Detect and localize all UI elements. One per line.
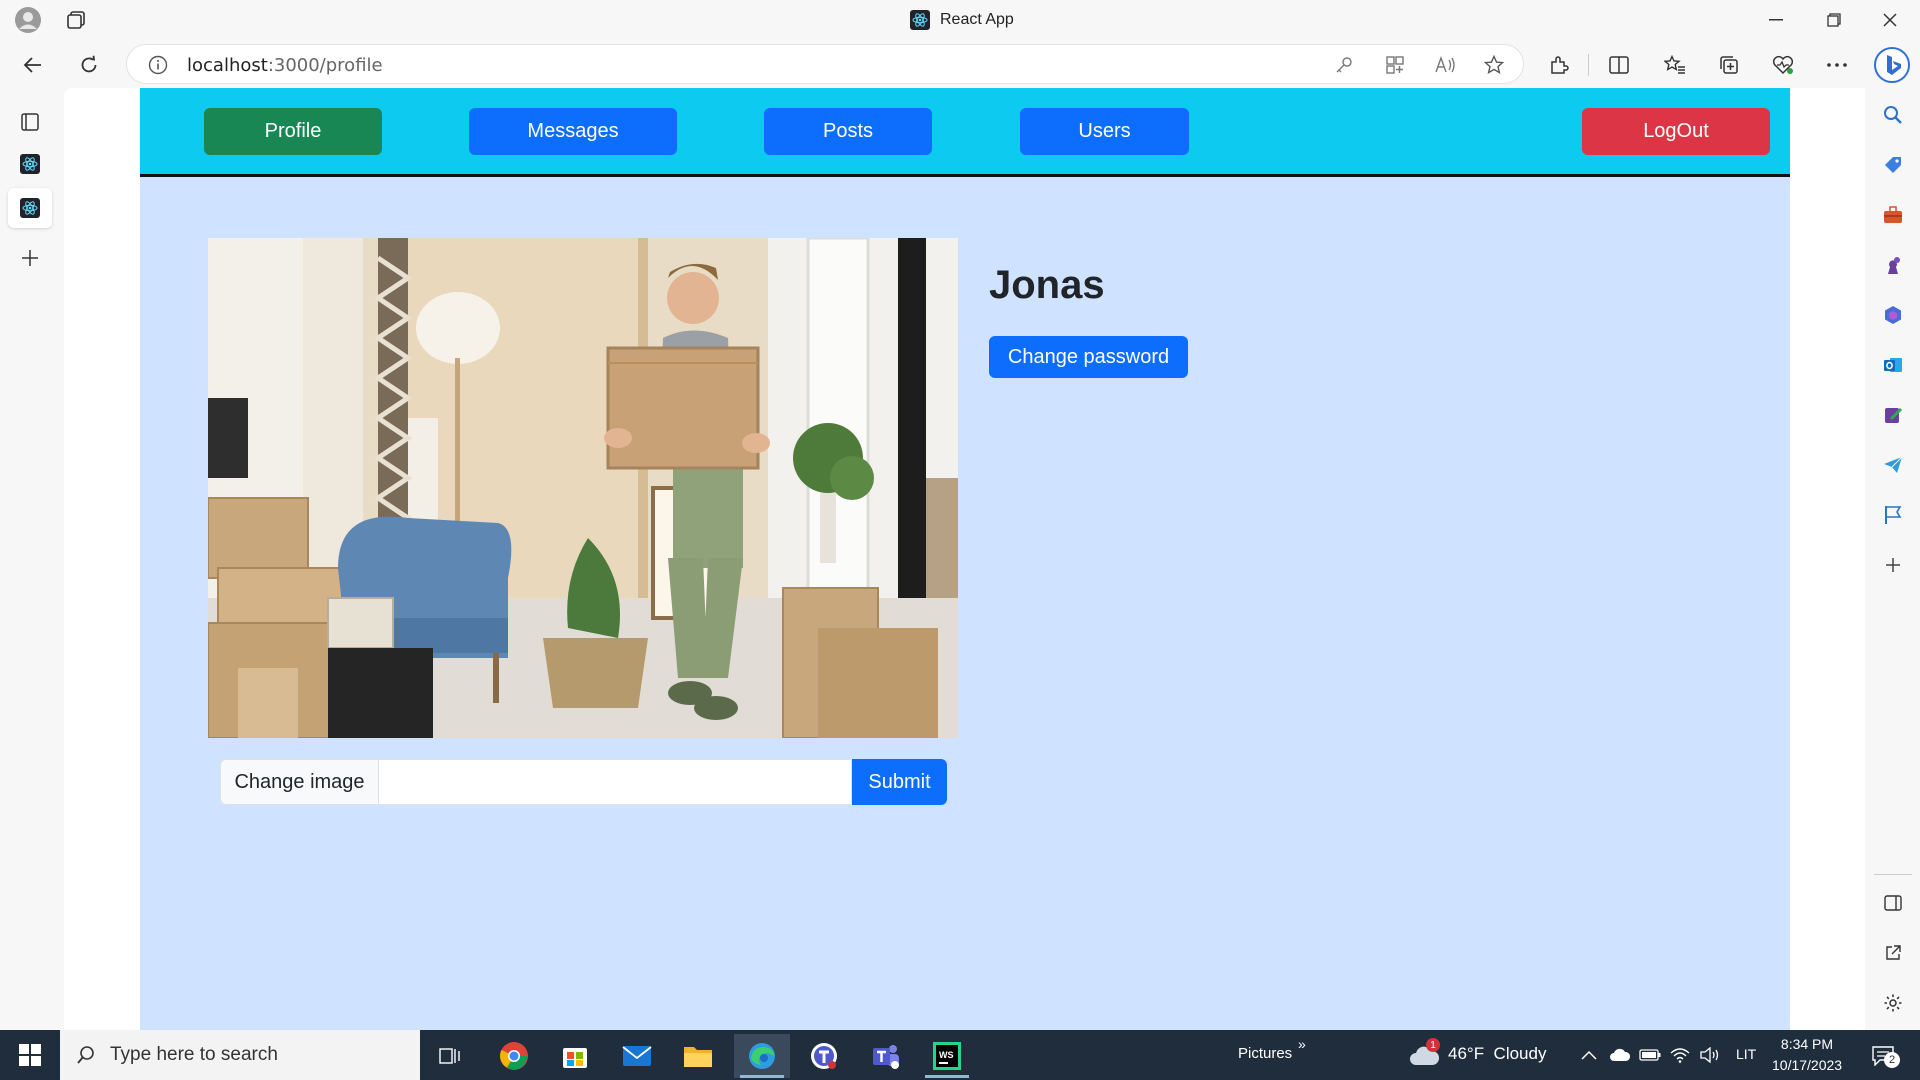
shopping-tag-icon[interactable] — [1880, 152, 1906, 178]
nav-posts-button[interactable]: Posts — [764, 108, 932, 155]
tab-react-app-active[interactable] — [8, 188, 52, 228]
change-password-button[interactable]: Change password — [989, 336, 1188, 378]
submit-image-button[interactable]: Submit — [852, 759, 947, 805]
react-logo-icon — [20, 198, 40, 218]
minimize-icon[interactable] — [1762, 8, 1790, 32]
tab-actions-icon[interactable] — [18, 110, 42, 134]
new-tab-plus-icon[interactable] — [18, 246, 42, 270]
url-host: localhost — [187, 55, 268, 76]
search-icon — [76, 1045, 96, 1065]
app-navbar: Profile Messages Posts Users LogOut — [140, 88, 1790, 177]
vertical-tabs-bar — [0, 88, 64, 1030]
teams-app-icon[interactable] — [858, 1034, 914, 1078]
weather-badge: 1 — [1426, 1038, 1440, 1052]
address-bar[interactable]: localhost:3000/profile — [126, 44, 1524, 84]
search-placeholder: Type here to search — [110, 1044, 278, 1065]
extensions-icon[interactable] — [1546, 52, 1572, 78]
settings-gear-icon[interactable] — [1880, 990, 1906, 1016]
flag-icon[interactable] — [1880, 502, 1906, 528]
edge-sidebar — [1866, 88, 1920, 1030]
react-logo-icon — [910, 10, 930, 30]
nav-logout-button[interactable]: LogOut — [1582, 108, 1770, 155]
sidebar-divider — [1874, 874, 1912, 875]
battery-icon[interactable] — [1638, 1044, 1662, 1066]
chevron-right-icon[interactable]: » — [1298, 1036, 1306, 1052]
notification-count-badge: 2 — [1884, 1052, 1900, 1068]
task-view-icon[interactable] — [422, 1034, 478, 1078]
volume-icon[interactable] — [1698, 1044, 1722, 1066]
favorite-star-icon[interactable] — [1483, 54, 1505, 76]
active-app-indicator — [740, 1075, 784, 1078]
react-logo-icon — [20, 154, 40, 174]
tools-briefcase-icon[interactable] — [1880, 202, 1906, 228]
windows-taskbar: Type here to search WS Pictures » 1 46°F… — [0, 1030, 1920, 1080]
more-options-icon[interactable] — [1824, 52, 1850, 78]
window-title-text: React App — [940, 11, 1014, 28]
taskbar-search-box[interactable]: Type here to search — [60, 1030, 420, 1080]
drop-notes-icon[interactable] — [1880, 402, 1906, 428]
site-info-icon[interactable] — [147, 54, 169, 76]
refresh-icon[interactable] — [76, 52, 102, 78]
collections-icon[interactable] — [1716, 52, 1742, 78]
url-path: :3000/profile — [267, 55, 383, 76]
add-sidebar-app-icon[interactable] — [1880, 552, 1906, 578]
window-title: React App — [910, 10, 1014, 30]
favorites-icon[interactable] — [1662, 52, 1688, 78]
clock-date: 10/17/2023 — [1772, 1057, 1843, 1073]
browser-toolbar: localhost:3000/profile — [0, 40, 1920, 88]
games-icon[interactable] — [1880, 252, 1906, 278]
svg-text:WS: WS — [939, 1050, 954, 1060]
app-available-icon[interactable] — [1384, 54, 1406, 76]
back-icon[interactable] — [20, 52, 46, 78]
browser-essentials-icon[interactable] — [1770, 52, 1796, 78]
page-viewport: Profile Messages Posts Users LogOut Jona… — [64, 88, 1865, 1030]
input-language-indicator[interactable]: LIT — [1736, 1046, 1756, 1062]
nav-messages-button[interactable]: Messages — [469, 108, 677, 155]
outlook-icon[interactable] — [1880, 352, 1906, 378]
password-key-icon[interactable] — [1333, 54, 1355, 76]
windows-start-icon[interactable] — [0, 1030, 60, 1080]
read-aloud-icon[interactable] — [1434, 54, 1458, 76]
clock-time: 8:34 PM — [1780, 1036, 1834, 1052]
chevron-up-icon[interactable] — [1578, 1044, 1600, 1066]
browser-title-bar: React App — [0, 0, 1920, 40]
toolbar-folder-label[interactable]: Pictures — [1238, 1045, 1292, 1062]
change-image-form: Change image Submit — [220, 759, 947, 805]
react-app-page: Profile Messages Posts Users LogOut Jona… — [140, 88, 1790, 1030]
nav-profile-button[interactable]: Profile — [204, 108, 382, 155]
profile-username: Jonas — [989, 263, 1105, 307]
system-clock[interactable]: 8:34 PM 10/17/2023 — [1772, 1034, 1842, 1076]
weather-cloud-icon[interactable]: 1 — [1408, 1038, 1440, 1070]
profile-avatar-icon[interactable] — [14, 6, 42, 34]
open-external-icon[interactable] — [1880, 940, 1906, 966]
onedrive-cloud-icon[interactable] — [1608, 1044, 1632, 1066]
split-screen-icon[interactable] — [1606, 52, 1632, 78]
toolbar-divider — [1588, 54, 1589, 76]
send-telegram-icon[interactable] — [1880, 452, 1906, 478]
profile-photo — [208, 238, 958, 738]
restore-icon[interactable] — [1820, 8, 1848, 32]
webstorm-app-icon[interactable]: WS — [919, 1034, 975, 1078]
bing-copilot-icon[interactable] — [1872, 45, 1912, 85]
tab-react-app-1[interactable] — [18, 152, 42, 176]
search-icon[interactable] — [1880, 102, 1906, 128]
chrome-app-icon[interactable] — [486, 1034, 542, 1078]
image-file-input[interactable] — [378, 759, 852, 805]
mail-app-icon[interactable] — [609, 1034, 665, 1078]
microsoft-365-icon[interactable] — [1880, 302, 1906, 328]
change-image-label: Change image — [220, 759, 378, 805]
teams-classic-icon[interactable] — [796, 1034, 852, 1078]
file-explorer-icon[interactable] — [670, 1034, 726, 1078]
url-text[interactable]: localhost:3000/profile — [187, 55, 383, 76]
edge-app-icon[interactable] — [734, 1034, 790, 1078]
weather-text[interactable]: 46°F Cloudy — [1448, 1044, 1546, 1064]
running-app-indicator — [925, 1075, 969, 1078]
close-window-icon[interactable] — [1876, 8, 1904, 32]
hide-sidebar-icon[interactable] — [1880, 890, 1906, 916]
microsoft-store-icon[interactable] — [547, 1034, 603, 1078]
workspaces-icon[interactable] — [64, 8, 88, 32]
notifications-icon[interactable]: 2 — [1866, 1042, 1900, 1070]
nav-users-button[interactable]: Users — [1020, 108, 1189, 155]
wifi-icon[interactable] — [1668, 1044, 1692, 1066]
